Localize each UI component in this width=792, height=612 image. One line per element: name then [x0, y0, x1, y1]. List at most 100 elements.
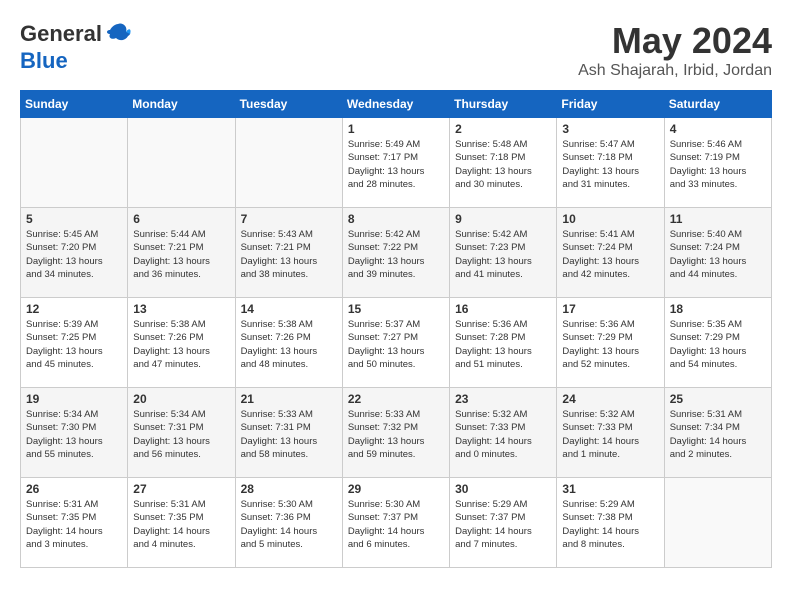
day-number: 22 — [348, 392, 444, 406]
month-title: May 2024 — [578, 20, 772, 62]
calendar-cell: 29 Sunrise: 5:30 AM Sunset: 7:37 PM Dayli… — [342, 478, 449, 568]
calendar-week-row: 26 Sunrise: 5:31 AM Sunset: 7:35 PM Dayli… — [21, 478, 772, 568]
logo-general-text: General — [20, 21, 102, 47]
day-number: 1 — [348, 122, 444, 136]
logo-bird-icon — [104, 20, 132, 48]
calendar-cell: 28Sunrise: 5:30 AM Sunset: 7:36 PM Dayli… — [235, 478, 342, 568]
calendar-cell: 12 Sunrise: 5:39 AM Sunset: 7:25 PM Dayli… — [21, 298, 128, 388]
calendar-cell: 9Sunrise: 5:42 AM Sunset: 7:23 PM Daylig… — [450, 208, 557, 298]
day-number: 26 — [26, 482, 122, 496]
day-number: 24 — [562, 392, 658, 406]
calendar-cell: 16Sunrise: 5:36 AM Sunset: 7:28 PM Dayli… — [450, 298, 557, 388]
calendar-header: SundayMondayTuesdayWednesdayThursdayFrid… — [21, 91, 772, 118]
calendar-cell: 18 Sunrise: 5:35 AM Sunset: 7:29 PM Dayli… — [664, 298, 771, 388]
calendar-cell: 31 Sunrise: 5:29 AM Sunset: 7:38 PM Dayli… — [557, 478, 664, 568]
day-number: 14 — [241, 302, 337, 316]
day-number: 12 — [26, 302, 122, 316]
day-info: Sunrise: 5:32 AM Sunset: 7:33 PM Dayligh… — [455, 408, 551, 461]
day-number: 7 — [241, 212, 337, 226]
calendar-cell — [21, 118, 128, 208]
calendar-cell: 15 Sunrise: 5:37 AM Sunset: 7:27 PM Dayli… — [342, 298, 449, 388]
calendar-cell: 10Sunrise: 5:41 AM Sunset: 7:24 PM Dayli… — [557, 208, 664, 298]
calendar-table: SundayMondayTuesdayWednesdayThursdayFrid… — [20, 90, 772, 568]
day-info: Sunrise: 5:31 AM Sunset: 7:34 PM Dayligh… — [670, 408, 766, 461]
day-number: 5 — [26, 212, 122, 226]
day-info: Sunrise: 5:41 AM Sunset: 7:24 PM Dayligh… — [562, 228, 658, 281]
calendar-cell — [128, 118, 235, 208]
day-info: Sunrise: 5:31 AM Sunset: 7:35 PM Dayligh… — [26, 498, 122, 551]
day-info: Sunrise: 5:38 AM Sunset: 7:26 PM Dayligh… — [133, 318, 229, 371]
calendar-cell: 26 Sunrise: 5:31 AM Sunset: 7:35 PM Dayli… — [21, 478, 128, 568]
day-number: 15 — [348, 302, 444, 316]
day-info: Sunrise: 5:39 AM Sunset: 7:25 PM Dayligh… — [26, 318, 122, 371]
day-info: Sunrise: 5:29 AM Sunset: 7:38 PM Dayligh… — [562, 498, 658, 551]
weekday-header-monday: Monday — [128, 91, 235, 118]
day-number: 27 — [133, 482, 229, 496]
calendar-cell: 25 Sunrise: 5:31 AM Sunset: 7:34 PM Dayli… — [664, 388, 771, 478]
day-number: 13 — [133, 302, 229, 316]
day-number: 29 — [348, 482, 444, 496]
day-info: Sunrise: 5:36 AM Sunset: 7:28 PM Dayligh… — [455, 318, 551, 371]
calendar-cell: 4Sunrise: 5:46 AM Sunset: 7:19 PM Daylig… — [664, 118, 771, 208]
weekday-header-thursday: Thursday — [450, 91, 557, 118]
day-info: Sunrise: 5:45 AM Sunset: 7:20 PM Dayligh… — [26, 228, 122, 281]
calendar-cell: 17Sunrise: 5:36 AM Sunset: 7:29 PM Dayli… — [557, 298, 664, 388]
calendar-cell: 3 Sunrise: 5:47 AM Sunset: 7:18 PM Daylig… — [557, 118, 664, 208]
weekday-header-tuesday: Tuesday — [235, 91, 342, 118]
calendar-cell: 7 Sunrise: 5:43 AM Sunset: 7:21 PM Daylig… — [235, 208, 342, 298]
calendar-week-row: 5 Sunrise: 5:45 AM Sunset: 7:20 PM Daylig… — [21, 208, 772, 298]
day-info: Sunrise: 5:42 AM Sunset: 7:22 PM Dayligh… — [348, 228, 444, 281]
day-info: Sunrise: 5:34 AM Sunset: 7:31 PM Dayligh… — [133, 408, 229, 461]
day-info: Sunrise: 5:35 AM Sunset: 7:29 PM Dayligh… — [670, 318, 766, 371]
day-number: 18 — [670, 302, 766, 316]
title-block: May 2024 Ash Shajarah, Irbid, Jordan — [578, 20, 772, 80]
calendar-cell — [664, 478, 771, 568]
calendar-cell: 20 Sunrise: 5:34 AM Sunset: 7:31 PM Dayli… — [128, 388, 235, 478]
day-number: 23 — [455, 392, 551, 406]
calendar-cell: 23 Sunrise: 5:32 AM Sunset: 7:33 PM Dayli… — [450, 388, 557, 478]
calendar-cell: 6 Sunrise: 5:44 AM Sunset: 7:21 PM Daylig… — [128, 208, 235, 298]
day-number: 2 — [455, 122, 551, 136]
day-number: 25 — [670, 392, 766, 406]
day-number: 17 — [562, 302, 658, 316]
day-info: Sunrise: 5:47 AM Sunset: 7:18 PM Dayligh… — [562, 138, 658, 191]
day-number: 11 — [670, 212, 766, 226]
day-info: Sunrise: 5:34 AM Sunset: 7:30 PM Dayligh… — [26, 408, 122, 461]
calendar-cell: 5 Sunrise: 5:45 AM Sunset: 7:20 PM Daylig… — [21, 208, 128, 298]
calendar-cell: 24 Sunrise: 5:32 AM Sunset: 7:33 PM Dayli… — [557, 388, 664, 478]
day-info: Sunrise: 5:42 AM Sunset: 7:23 PM Dayligh… — [455, 228, 551, 281]
calendar-cell: 1Sunrise: 5:49 AM Sunset: 7:17 PM Daylig… — [342, 118, 449, 208]
day-info: Sunrise: 5:43 AM Sunset: 7:21 PM Dayligh… — [241, 228, 337, 281]
location-title: Ash Shajarah, Irbid, Jordan — [578, 62, 772, 80]
logo-blue-text: Blue — [20, 48, 68, 74]
day-info: Sunrise: 5:33 AM Sunset: 7:31 PM Dayligh… — [241, 408, 337, 461]
weekday-header-wednesday: Wednesday — [342, 91, 449, 118]
calendar-cell: 21Sunrise: 5:33 AM Sunset: 7:31 PM Dayli… — [235, 388, 342, 478]
day-info: Sunrise: 5:38 AM Sunset: 7:26 PM Dayligh… — [241, 318, 337, 371]
day-number: 3 — [562, 122, 658, 136]
calendar-week-row: 1Sunrise: 5:49 AM Sunset: 7:17 PM Daylig… — [21, 118, 772, 208]
day-info: Sunrise: 5:33 AM Sunset: 7:32 PM Dayligh… — [348, 408, 444, 461]
weekday-header-friday: Friday — [557, 91, 664, 118]
calendar-cell: 30Sunrise: 5:29 AM Sunset: 7:37 PM Dayli… — [450, 478, 557, 568]
weekday-header-sunday: Sunday — [21, 91, 128, 118]
page-header: General Blue May 2024 Ash Shajarah, Irbi… — [20, 20, 772, 80]
day-number: 20 — [133, 392, 229, 406]
calendar-cell: 2 Sunrise: 5:48 AM Sunset: 7:18 PM Daylig… — [450, 118, 557, 208]
day-number: 31 — [562, 482, 658, 496]
day-info: Sunrise: 5:30 AM Sunset: 7:37 PM Dayligh… — [348, 498, 444, 551]
day-number: 19 — [26, 392, 122, 406]
calendar-cell: 22 Sunrise: 5:33 AM Sunset: 7:32 PM Dayli… — [342, 388, 449, 478]
calendar-week-row: 19 Sunrise: 5:34 AM Sunset: 7:30 PM Dayli… — [21, 388, 772, 478]
day-info: Sunrise: 5:40 AM Sunset: 7:24 PM Dayligh… — [670, 228, 766, 281]
weekday-header-row: SundayMondayTuesdayWednesdayThursdayFrid… — [21, 91, 772, 118]
day-number: 30 — [455, 482, 551, 496]
day-info: Sunrise: 5:48 AM Sunset: 7:18 PM Dayligh… — [455, 138, 551, 191]
day-info: Sunrise: 5:32 AM Sunset: 7:33 PM Dayligh… — [562, 408, 658, 461]
calendar-cell — [235, 118, 342, 208]
day-number: 6 — [133, 212, 229, 226]
day-number: 4 — [670, 122, 766, 136]
day-info: Sunrise: 5:37 AM Sunset: 7:27 PM Dayligh… — [348, 318, 444, 371]
day-info: Sunrise: 5:44 AM Sunset: 7:21 PM Dayligh… — [133, 228, 229, 281]
calendar-cell: 13 Sunrise: 5:38 AM Sunset: 7:26 PM Dayli… — [128, 298, 235, 388]
